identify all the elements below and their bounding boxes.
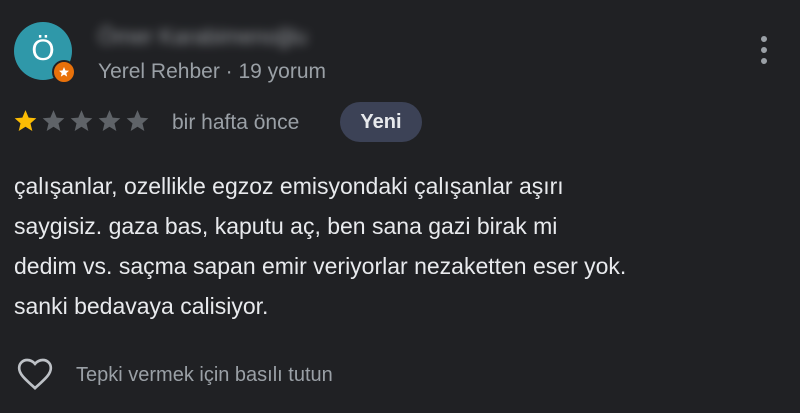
review-line: sanki bedavaya calisiyor. [14, 293, 269, 319]
more-vert-icon [761, 36, 767, 64]
star-empty-icon [70, 110, 93, 131]
more-options-button[interactable] [748, 28, 780, 72]
star-empty-icon [42, 110, 65, 131]
react-hint: Tepki vermek için basılı tutun [76, 364, 333, 386]
reviewer-meta: Yerel Rehber · 19 yorum [98, 60, 327, 83]
review-time: bir hafta önce [172, 111, 300, 134]
star-empty-icon [98, 110, 121, 131]
review-line: çalışanlar, ozellikle egzoz emisyondaki … [14, 173, 564, 199]
star-empty-icon [126, 110, 149, 131]
local-guide-star-icon [52, 60, 76, 84]
review-text: çalışanlar, ozellikle egzoz emisyondaki … [14, 166, 790, 326]
star-rating [12, 108, 151, 134]
review-line: saygisiz. gaza bas, kaputu aç, ben sana … [14, 213, 558, 239]
new-badge: Yeni [340, 102, 422, 142]
reviewer-name[interactable]: Ömer Karabimenoğlu [98, 22, 358, 52]
heart-outline-icon[interactable] [14, 354, 56, 394]
review-card: Ö Ömer Karabimenoğlu Yerel Rehber · 19 y… [0, 0, 800, 413]
star-filled-icon [14, 110, 37, 131]
reviewer-avatar[interactable]: Ö [14, 22, 76, 84]
review-line: dedim vs. saçma sapan emir veriyorlar ne… [14, 253, 627, 279]
